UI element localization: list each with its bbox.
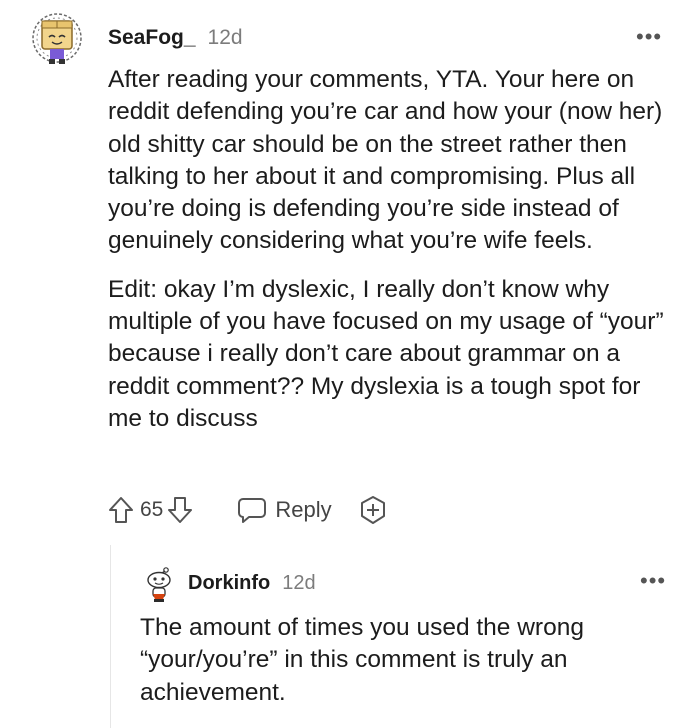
comment-paragraph: Edit: okay I’m dyslexic, I really don’t … [108, 275, 664, 432]
comment-thread: SeaFog_ 12d ••• After reading your comme… [0, 0, 700, 728]
comment-age: 12d [207, 26, 243, 49]
upvote-button[interactable] [108, 496, 134, 524]
comment-paragraph: After reading your comments, YTA. Your h… [108, 66, 663, 255]
comment-body: After reading your comments, YTA. Your h… [108, 64, 678, 451]
vote-count: 65 [140, 498, 164, 521]
user-avatar[interactable] [28, 10, 86, 68]
speech-bubble-icon [238, 498, 267, 523]
snoo-avatar-icon [147, 567, 171, 602]
username[interactable]: Dorkinfo [188, 570, 270, 596]
downvote-button[interactable] [167, 496, 193, 524]
comment-meta: Dorkinfo 12d [188, 570, 316, 596]
downvote-arrow-icon [168, 497, 193, 523]
user-avatar[interactable] [144, 566, 174, 604]
thread-line[interactable] [110, 545, 111, 728]
reply-button[interactable]: Reply [237, 496, 332, 524]
comment-meta: SeaFog_ 12d [108, 24, 243, 52]
comment-age: 12d [282, 572, 316, 594]
comment-actions: 65 Reply [108, 492, 388, 528]
comment-body: The amount of times you used the wrong “… [140, 612, 680, 709]
cardboard-box-avatar-icon [32, 13, 82, 64]
award-plus-icon [360, 496, 385, 524]
username[interactable]: SeaFog_ [108, 24, 196, 52]
comment-paragraph: The amount of times you used the wrong “… [140, 614, 584, 706]
reply-label: Reply [275, 497, 332, 522]
award-button[interactable] [358, 495, 388, 525]
more-dots-icon[interactable]: ••• [636, 26, 662, 48]
more-dots-icon[interactable]: ••• [640, 570, 666, 592]
upvote-arrow-icon [109, 497, 133, 523]
